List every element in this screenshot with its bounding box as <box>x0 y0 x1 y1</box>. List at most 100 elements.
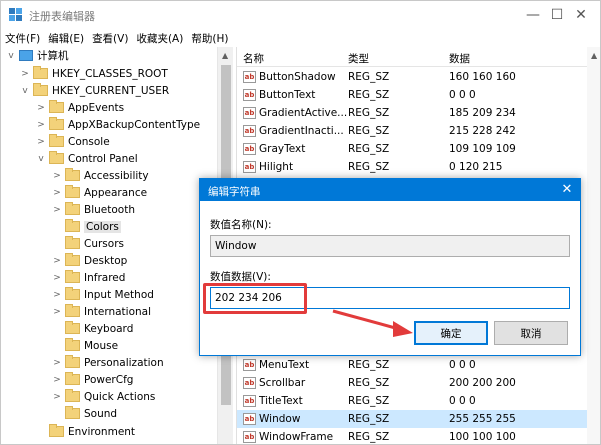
chevron-right-icon[interactable]: > <box>51 375 63 385</box>
menu-file[interactable]: 文件(F) <box>1 31 44 46</box>
chevron-right-icon[interactable]: > <box>35 137 47 147</box>
tree-item-label: AppXBackupContentType <box>68 118 201 131</box>
column-header-data[interactable]: 数据 <box>449 51 470 66</box>
chevron-right-icon[interactable]: > <box>51 392 63 402</box>
value-row[interactable]: ab WindowFrame REG_SZ 100 100 100 <box>237 428 587 444</box>
tree-item-appearance[interactable]: > Appearance <box>51 184 147 201</box>
dialog-title-bar: 编辑字符串 ✕ <box>200 179 580 201</box>
tree-item-label: Infrared <box>84 271 126 284</box>
value-row[interactable]: ab MenuText REG_SZ 0 0 0 <box>237 356 587 374</box>
folder-icon <box>49 134 64 147</box>
value-row[interactable]: ab Scrollbar REG_SZ 200 200 200 <box>237 374 587 392</box>
tree-item-label: AppEvents <box>68 101 125 114</box>
value-row[interactable]: ab ButtonShadow REG_SZ 160 160 160 <box>237 68 587 86</box>
value-data: 100 100 100 <box>449 431 516 443</box>
value-row[interactable]: ab Hilight REG_SZ 0 120 215 <box>237 158 587 176</box>
value-row[interactable]: ab ButtonText REG_SZ 0 0 0 <box>237 86 587 104</box>
tree-item-label: HKEY_CURRENT_USER <box>52 84 170 97</box>
tree-item-label: Input Method <box>84 288 154 301</box>
tree-item-label: Control Panel <box>68 152 138 165</box>
chevron-right-icon[interactable]: > <box>51 307 63 317</box>
folder-icon <box>65 406 80 419</box>
folder-icon <box>65 287 80 300</box>
dialog-close-button[interactable]: ✕ <box>556 180 578 200</box>
menu-edit[interactable]: 编辑(E) <box>44 31 88 46</box>
value-data: 160 160 160 <box>449 71 516 83</box>
tree-item-international[interactable]: > International <box>51 303 151 320</box>
chevron-right-icon[interactable]: > <box>51 256 63 266</box>
menu-favorites[interactable]: 收藏夹(A) <box>132 31 187 46</box>
tree-item-label: HKEY_CLASSES_ROOT <box>52 67 168 80</box>
tree-item-appevents[interactable]: > AppEvents <box>35 99 124 116</box>
string-value-icon: ab <box>243 71 256 83</box>
tree-item-powercfg[interactable]: > PowerCfg <box>51 371 133 388</box>
tree-item-label: Appearance <box>84 186 148 199</box>
value-type: REG_SZ <box>348 125 390 137</box>
chevron-right-icon[interactable]: > <box>51 205 63 215</box>
folder-icon <box>65 185 80 198</box>
value-type: REG_SZ <box>348 431 390 443</box>
close-button[interactable]: ✕ <box>561 1 600 29</box>
menu-view[interactable]: 查看(V) <box>88 31 132 46</box>
tree-item-personalization[interactable]: > Personalization <box>51 354 164 371</box>
chevron-down-icon[interactable]: v <box>19 86 31 96</box>
scroll-up-arrow-icon[interactable]: ▲ <box>222 51 228 60</box>
value-row[interactable]: ab TitleText REG_SZ 0 0 0 <box>237 392 587 410</box>
list-scrollbar[interactable]: ▲ <box>587 47 600 444</box>
tree-item-desktop[interactable]: > Desktop <box>51 252 127 269</box>
value-name-field[interactable] <box>210 235 570 257</box>
chevron-right-icon[interactable]: > <box>35 103 47 113</box>
value-row-selected[interactable]: ab Window REG_SZ 255 255 255 <box>237 410 587 428</box>
tree-item-hkcu[interactable]: v HKEY_CURRENT_USER <box>19 82 169 99</box>
ok-button[interactable]: 确定 <box>414 321 488 345</box>
tree-root-computer[interactable]: v 计算机 <box>5 47 69 64</box>
tree-item-keyboard[interactable]: Keyboard <box>51 320 133 337</box>
chevron-right-icon[interactable]: > <box>19 69 31 79</box>
tree-item-environment[interactable]: Environment <box>35 423 135 440</box>
value-row[interactable]: ab GrayText REG_SZ 109 109 109 <box>237 140 587 158</box>
tree-item-quick-actions[interactable]: > Quick Actions <box>51 388 155 405</box>
tree-item-cursors[interactable]: Cursors <box>51 235 124 252</box>
chevron-right-icon[interactable]: > <box>51 273 63 283</box>
computer-icon <box>19 50 33 61</box>
tree-item-label: Console <box>68 135 110 148</box>
tree-item-input-method[interactable]: > Input Method <box>51 286 154 303</box>
value-type: REG_SZ <box>348 161 390 173</box>
scroll-up-arrow-icon[interactable]: ▲ <box>591 51 597 60</box>
tree-item-appxbackup[interactable]: > AppXBackupContentType <box>35 116 200 133</box>
value-name: Window <box>259 413 301 425</box>
value-data: 0 0 0 <box>449 359 476 371</box>
tree-item-infrared[interactable]: > Infrared <box>51 269 125 286</box>
tree-item-accessibility[interactable]: > Accessibility <box>51 167 149 184</box>
chevron-right-icon[interactable]: > <box>35 120 47 130</box>
chevron-right-icon[interactable]: > <box>51 188 63 198</box>
menu-help[interactable]: 帮助(H) <box>187 31 232 46</box>
value-type: REG_SZ <box>348 107 390 119</box>
tree-item-sound[interactable]: Sound <box>51 405 117 422</box>
tree-item-control-panel[interactable]: v Control Panel <box>35 150 138 167</box>
tree-item-label: Keyboard <box>84 322 134 335</box>
value-name: GradientInacti... <box>259 125 344 137</box>
value-row[interactable]: ab GradientInacti... REG_SZ 215 228 242 <box>237 122 587 140</box>
folder-icon <box>49 100 64 113</box>
value-type: REG_SZ <box>348 89 390 101</box>
chevron-down-icon[interactable]: v <box>5 51 17 61</box>
value-type: REG_SZ <box>348 359 390 371</box>
tree-item-mouse[interactable]: Mouse <box>51 337 118 354</box>
column-header-name[interactable]: 名称 <box>243 51 264 66</box>
chevron-right-icon[interactable]: > <box>51 290 63 300</box>
chevron-right-icon[interactable]: > <box>51 171 63 181</box>
tree-item-bluetooth[interactable]: > Bluetooth <box>51 201 135 218</box>
tree-item-hkcr[interactable]: > HKEY_CLASSES_ROOT <box>19 65 168 82</box>
tree-item-colors[interactable]: Colors <box>51 218 121 235</box>
string-value-icon: ab <box>243 125 256 137</box>
cancel-button[interactable]: 取消 <box>494 321 568 345</box>
value-row[interactable]: ab GradientActive... REG_SZ 185 209 234 <box>237 104 587 122</box>
folder-icon <box>33 83 48 96</box>
tree-item-console[interactable]: > Console <box>35 133 110 150</box>
value-data: 255 255 255 <box>449 413 516 425</box>
value-data: 109 109 109 <box>449 143 516 155</box>
chevron-down-icon[interactable]: v <box>35 154 47 164</box>
column-header-type[interactable]: 类型 <box>348 51 369 66</box>
chevron-right-icon[interactable]: > <box>51 358 63 368</box>
